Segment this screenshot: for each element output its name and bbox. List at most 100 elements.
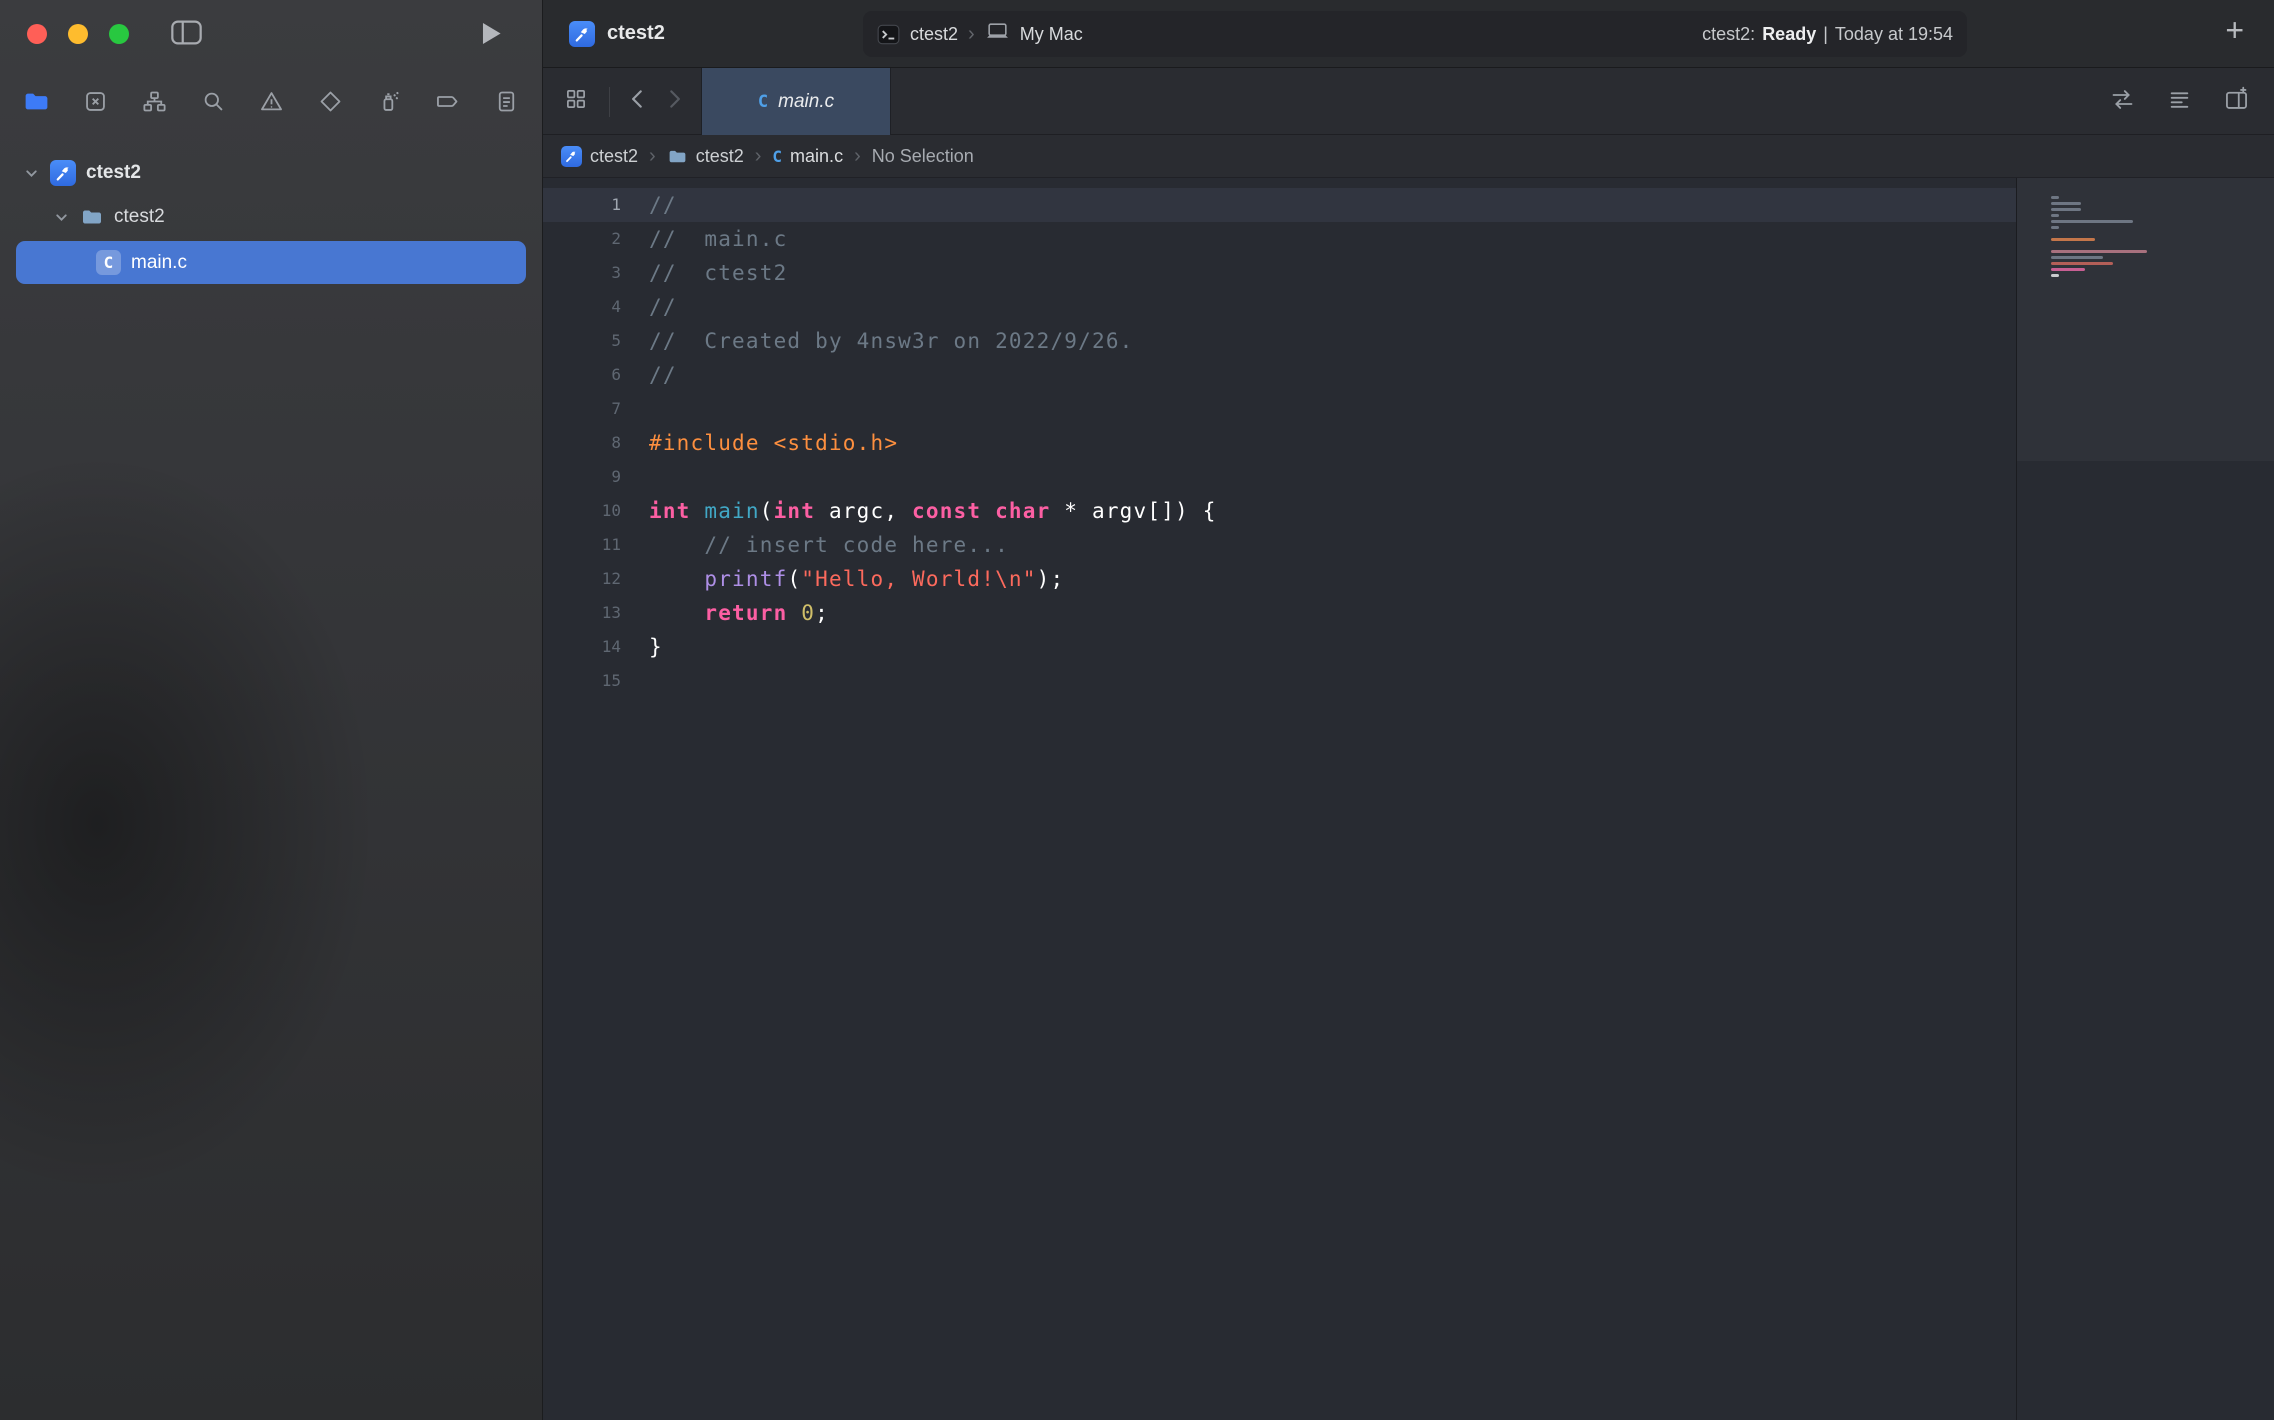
c-file-icon: C — [772, 147, 782, 166]
go-back-icon[interactable] — [625, 86, 651, 112]
jumpbar-file[interactable]: C main.c — [772, 146, 843, 167]
jumpbar-selection[interactable]: No Selection — [872, 146, 974, 167]
line-number[interactable]: 12 — [543, 562, 621, 596]
tab-main-c[interactable]: C main.c — [701, 68, 891, 135]
code-text: int main(int argc, const char * argv[]) … — [649, 494, 1217, 528]
code-line[interactable]: 13 return 0; — [543, 596, 2016, 630]
minimap-bars — [2051, 196, 2147, 280]
folder-icon — [667, 146, 688, 167]
jumpbar-group[interactable]: ctest2 — [667, 146, 744, 167]
jumpbar-project[interactable]: ctest2 — [561, 146, 638, 167]
go-forward-icon[interactable] — [661, 86, 687, 112]
symbol-navigator-icon[interactable] — [141, 88, 168, 115]
code-lines: 1//2// main.c3// ctest24//5// Created by… — [543, 188, 2016, 698]
play-icon — [480, 21, 503, 49]
close-window-button[interactable] — [27, 24, 47, 44]
project-app-icon — [569, 21, 595, 47]
code-line[interactable]: 8 #include <stdio.h> — [543, 426, 2016, 460]
code-text: // ctest2 — [649, 256, 787, 290]
code-line[interactable]: 5 // Created by 4nsw3r on 2022/9/26. — [543, 324, 2016, 358]
editor-actions — [2109, 86, 2250, 113]
line-number[interactable]: 2 — [543, 222, 621, 256]
laptop-icon — [985, 23, 1010, 45]
run-destination-selector[interactable]: My Mac — [985, 23, 1083, 45]
code-text: #include <stdio.h> — [649, 426, 898, 460]
tree-row-group[interactable]: ctest2 — [0, 195, 542, 239]
scheme-selector[interactable]: ctest2 — [877, 23, 958, 46]
tab-overview-icon[interactable] — [563, 86, 589, 112]
line-number[interactable]: 5 — [543, 324, 621, 358]
code-text: // — [649, 290, 677, 324]
destination-name: My Mac — [1020, 24, 1083, 45]
line-number[interactable]: 6 — [543, 358, 621, 392]
code-text: // insert code here... — [649, 528, 1009, 562]
code-line[interactable]: 3 // ctest2 — [543, 256, 2016, 290]
code-line[interactable]: 1 // — [543, 188, 2016, 222]
tree-label: main.c — [131, 252, 187, 274]
line-number[interactable]: 7 — [543, 392, 621, 426]
xcode-window: ctest2 ctest2 C main.c ctest2 — [0, 0, 2274, 1420]
code-line[interactable]: 4 // — [543, 290, 2016, 324]
disclosure-chevron-icon[interactable] — [22, 165, 40, 182]
report-navigator-icon[interactable] — [493, 88, 520, 115]
jumpbar-label: main.c — [790, 146, 843, 167]
find-navigator-icon[interactable] — [200, 88, 227, 115]
source-editor[interactable]: 1//2// main.c3// ctest24//5// Created by… — [543, 178, 2016, 1420]
line-number[interactable]: 1 — [543, 188, 621, 222]
library-add-button[interactable]: + — [2225, 12, 2244, 49]
code-line[interactable]: 9 — [543, 460, 2016, 494]
minimap[interactable] — [2016, 178, 2274, 1420]
line-number[interactable]: 14 — [543, 630, 621, 664]
code-text: // — [649, 188, 677, 222]
line-number[interactable]: 4 — [543, 290, 621, 324]
tree-row-project[interactable]: ctest2 — [0, 151, 542, 195]
debug-navigator-icon[interactable] — [376, 88, 403, 115]
activity-status[interactable]: ctest2: Ready | Today at 19:54 — [1702, 24, 1953, 45]
chevron-right-icon: › — [647, 145, 658, 168]
code-line[interactable]: 6 // — [543, 358, 2016, 392]
code-line[interactable]: 11 // insert code here... — [543, 528, 2016, 562]
navigator-sidebar: ctest2 ctest2 C main.c — [0, 0, 542, 1420]
test-navigator-icon[interactable] — [317, 88, 344, 115]
breakpoint-navigator-icon[interactable] — [434, 88, 461, 115]
code-text: // Created by 4nsw3r on 2022/9/26. — [649, 324, 1134, 358]
jumpbar-label: ctest2 — [696, 146, 744, 167]
code-line[interactable]: 7 — [543, 392, 2016, 426]
code-line[interactable]: 14} — [543, 630, 2016, 664]
zoom-window-button[interactable] — [109, 24, 129, 44]
toggle-sidebar-button[interactable] — [171, 20, 202, 48]
editor-options-icon[interactable] — [2166, 86, 2193, 113]
minimize-window-button[interactable] — [68, 24, 88, 44]
line-number[interactable]: 10 — [543, 494, 621, 528]
source-control-navigator-icon[interactable] — [82, 88, 109, 115]
jumpbar-label: No Selection — [872, 146, 974, 167]
add-editor-icon[interactable] — [2223, 86, 2250, 113]
tree-row-file-selected[interactable]: C main.c — [16, 241, 526, 284]
disclosure-chevron-icon[interactable] — [52, 209, 70, 226]
xcode-project-icon — [50, 160, 76, 186]
project-navigator-icon[interactable] — [22, 87, 51, 116]
code-line[interactable]: 12 printf("Hello, World!\n"); — [543, 562, 2016, 596]
code-line[interactable]: 15 — [543, 664, 2016, 698]
line-number[interactable]: 3 — [543, 256, 621, 290]
chevron-right-icon: › — [852, 145, 863, 168]
run-button[interactable] — [480, 21, 503, 49]
divider — [609, 87, 610, 117]
project-title: ctest2 — [607, 22, 665, 45]
chevron-right-icon: › — [968, 23, 975, 46]
code-text: // — [649, 358, 677, 392]
code-line[interactable]: 2// main.c — [543, 222, 2016, 256]
line-number[interactable]: 8 — [543, 426, 621, 460]
activity-scheme-pill: ctest2 › My Mac ctest2: Ready | Today at… — [863, 11, 1967, 57]
line-number[interactable]: 9 — [543, 460, 621, 494]
code-review-icon[interactable] — [2109, 86, 2136, 113]
code-line[interactable]: 10 int main(int argc, const char * argv[]… — [543, 494, 2016, 528]
line-number[interactable]: 13 — [543, 596, 621, 630]
project-navigator-tree: ctest2 ctest2 C main.c — [0, 135, 542, 284]
scheme-name: ctest2 — [910, 24, 958, 45]
tree-label: ctest2 — [114, 206, 165, 228]
line-number[interactable]: 11 — [543, 528, 621, 562]
issue-navigator-icon[interactable] — [258, 88, 285, 115]
line-number[interactable]: 15 — [543, 664, 621, 698]
status-divider: | — [1823, 24, 1828, 45]
